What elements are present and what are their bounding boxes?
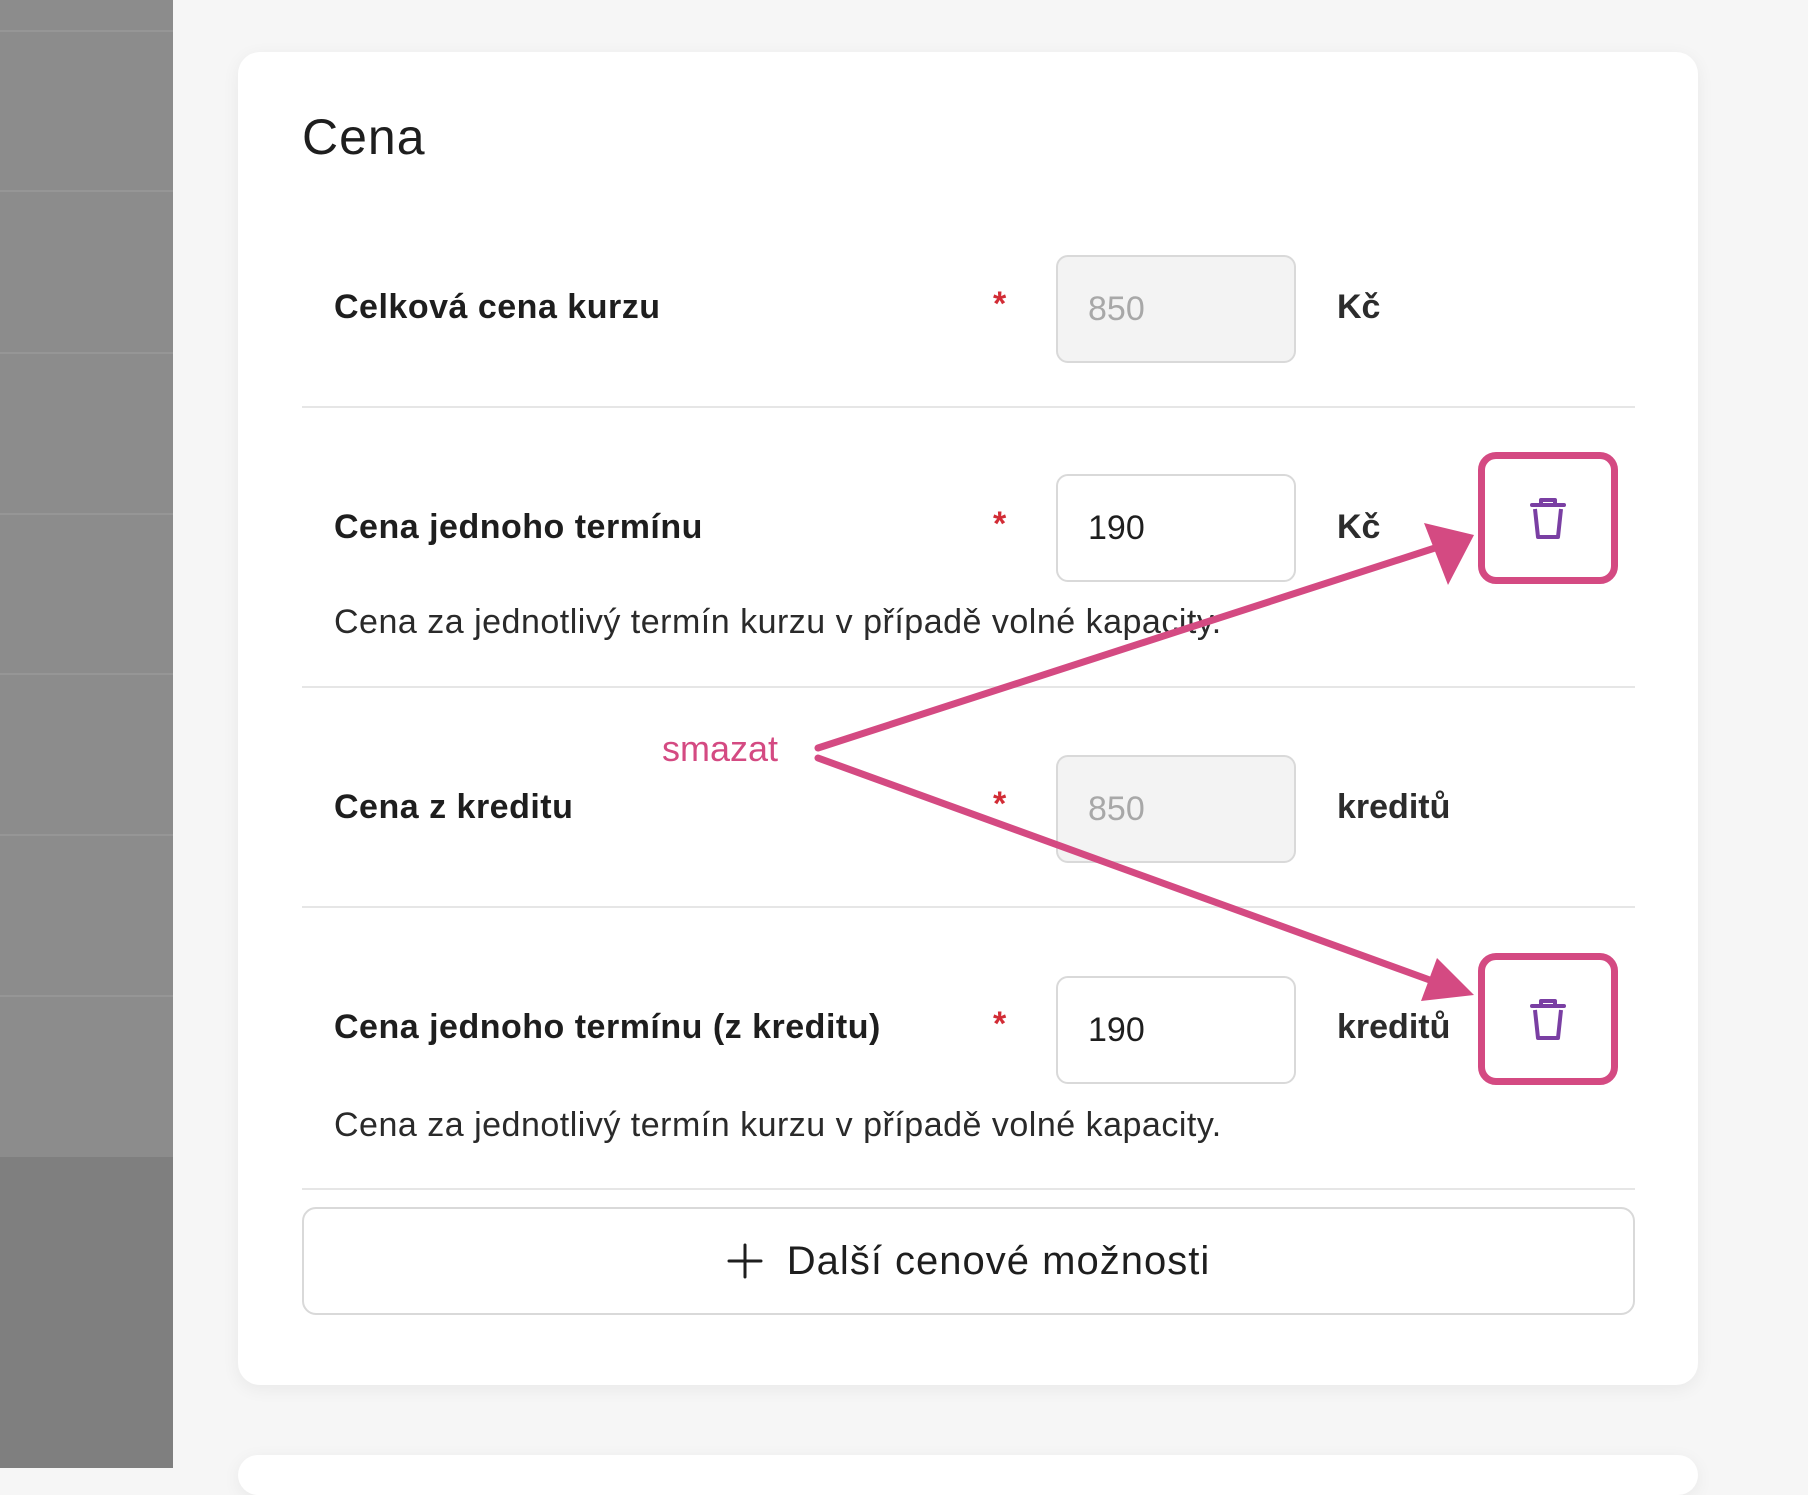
sidebar-divider — [0, 30, 173, 32]
sidebar-divider — [0, 513, 173, 515]
row-divider — [302, 406, 1635, 408]
row-divider — [302, 1188, 1635, 1190]
required-mark: * — [993, 1005, 1007, 1043]
add-price-options-label: Další cenové možnosti — [786, 1238, 1211, 1283]
sidebar-divider — [0, 352, 173, 354]
single-term-price-label: Cena jednoho termínu — [334, 508, 703, 546]
currency-unit: Kč — [1337, 508, 1381, 546]
delete-single-term-credit-price-button[interactable] — [1478, 953, 1618, 1085]
total-price-label: Celková cena kurzu — [334, 288, 661, 326]
trash-icon — [1530, 498, 1566, 539]
single-term-credit-price-label: Cena jednoho termínu (z kreditu) — [334, 1008, 881, 1046]
required-mark: * — [993, 785, 1007, 823]
add-price-options-button[interactable]: Další cenové možnosti — [302, 1207, 1635, 1315]
credit-price-label: Cena z kreditu — [334, 788, 574, 826]
required-mark: * — [993, 505, 1007, 543]
delete-single-term-price-button[interactable] — [1478, 452, 1618, 584]
price-card — [238, 52, 1698, 1385]
total-price-input — [1056, 255, 1296, 363]
currency-unit: Kč — [1337, 288, 1381, 326]
sidebar-divider — [0, 190, 173, 192]
credit-unit: kreditů — [1337, 1008, 1451, 1046]
required-mark: * — [993, 285, 1007, 323]
row-divider — [302, 686, 1635, 688]
background-sidebar — [0, 0, 173, 1468]
single-term-price-hint: Cena za jednotlivý termín kurzu v případ… — [334, 603, 1222, 641]
single-term-credit-price-input[interactable] — [1056, 976, 1296, 1084]
single-term-price-input[interactable] — [1056, 474, 1296, 582]
section-title: Cena — [302, 109, 426, 165]
single-term-credit-price-hint: Cena za jednotlivý termín kurzu v případ… — [334, 1106, 1222, 1144]
sidebar-divider — [0, 673, 173, 675]
row-divider — [302, 906, 1635, 908]
trash-icon — [1530, 999, 1566, 1040]
sidebar-lower-area — [0, 1157, 173, 1468]
next-card — [238, 1455, 1698, 1495]
credit-unit: kreditů — [1337, 788, 1451, 826]
sidebar-divider — [0, 834, 173, 836]
plus-icon — [727, 1243, 763, 1279]
annotation-label: smazat — [662, 728, 779, 769]
sidebar-divider — [0, 995, 173, 997]
credit-price-input — [1056, 755, 1296, 863]
